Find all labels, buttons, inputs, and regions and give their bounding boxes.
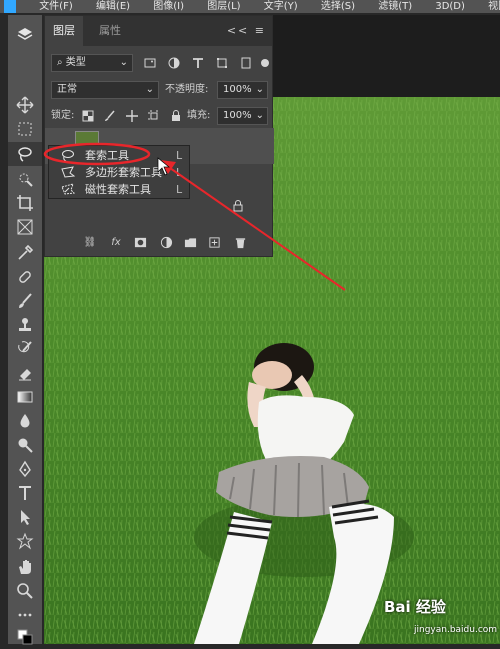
annotation-overlay: [43, 142, 346, 291]
watermark-url: jingyan.baidu.com: [414, 625, 498, 635]
baidu-watermark: Bai 经验: [384, 598, 446, 616]
annotation-arrow: [169, 167, 346, 291]
annotation-ellipse: [43, 142, 151, 166]
